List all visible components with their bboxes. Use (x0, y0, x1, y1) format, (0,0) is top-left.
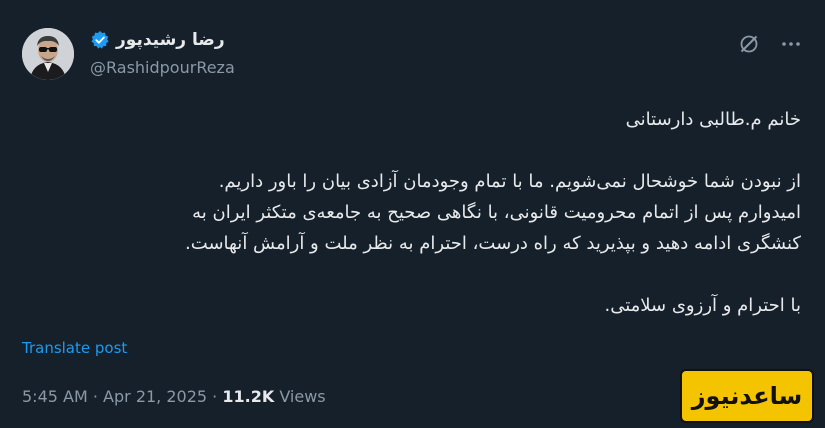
tweet-line: کنشگری ادامه دهید و بپذیرید که راه درست،… (185, 233, 801, 254)
tweet-line: با احترام و آرزوی سلامتی. (604, 295, 802, 316)
verified-badge-icon (90, 30, 110, 50)
display-name[interactable]: رضا رشیدپور (116, 30, 225, 50)
avatar[interactable] (22, 28, 74, 80)
name-row: رضا رشیدپور (90, 30, 225, 50)
watermark-text: ساعدنیوز (691, 382, 803, 410)
meta-separator: · (212, 387, 218, 406)
post-date[interactable]: Apr 21, 2025 (103, 387, 207, 406)
tweet-line: خانم م.طالبی دارستانی (625, 109, 801, 130)
tweet-meta: 5:45 AM · Apr 21, 2025 · 11.2K Views (22, 387, 326, 406)
grok-slash-circle-icon[interactable] (737, 32, 761, 56)
tweet-line: امیدوارم پس از اتمام محرومیت قانونی، با … (192, 202, 801, 223)
tweet-text: خانم م.طالبی دارستانی از نبودن شما خوشحا… (22, 104, 801, 321)
views-label: Views (279, 387, 326, 406)
tweet-line: از نبودن شما خوشحال نمی‌شویم. ما با تمام… (218, 171, 801, 192)
watermark-logo: ساعدنیوز (680, 369, 814, 423)
top-actions (737, 32, 803, 56)
views-count: 11.2K (222, 387, 275, 406)
post-time[interactable]: 5:45 AM (22, 387, 88, 406)
author-handle[interactable]: @RashidpourReza (90, 58, 235, 77)
meta-separator: · (92, 387, 98, 406)
translate-post-link[interactable]: Translate post (22, 339, 127, 357)
more-dots-icon[interactable] (779, 32, 803, 56)
tweet-header: رضا رشیدپور @RashidpourReza (22, 28, 803, 84)
